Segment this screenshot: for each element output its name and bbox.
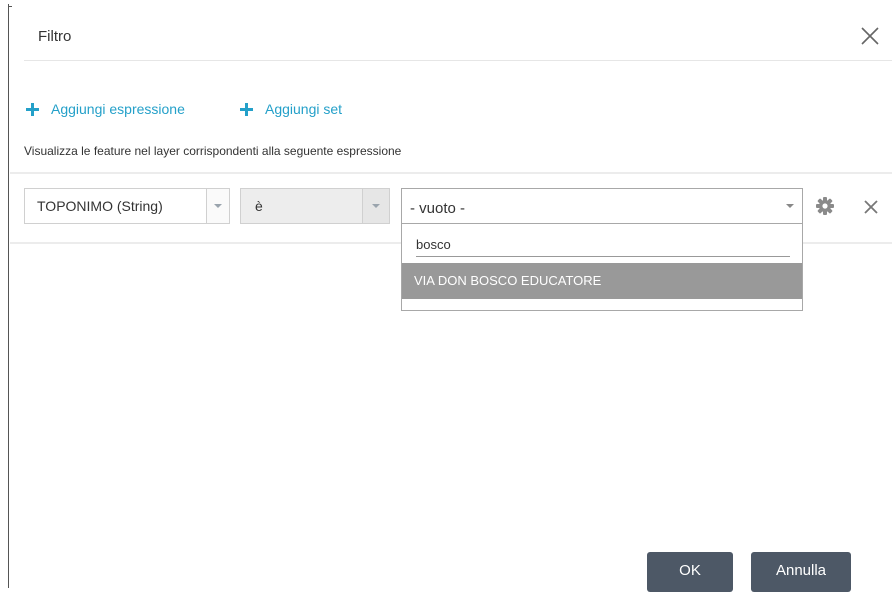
window-edge: [8, 4, 9, 588]
remove-expression-icon[interactable]: [863, 199, 879, 215]
dialog-title: Filtro: [38, 28, 72, 45]
add-expression-label: Aggiungi espressione: [51, 101, 185, 117]
add-set-link[interactable]: Aggiungi set: [240, 101, 342, 117]
field-select-value: TOPONIMO (String): [37, 198, 163, 214]
operator-select[interactable]: è: [240, 188, 390, 224]
header-divider: [24, 60, 892, 61]
chevron-down-icon: [786, 204, 794, 208]
ok-button[interactable]: OK: [647, 552, 733, 592]
dropdown-option[interactable]: VIA DON BOSCO EDUCATORE: [402, 263, 802, 299]
row-divider-top: [10, 172, 892, 174]
gear-icon[interactable]: [815, 196, 835, 216]
close-icon[interactable]: [858, 24, 882, 48]
field-select-arrow[interactable]: [206, 189, 229, 223]
operator-select-arrow[interactable]: [362, 189, 389, 223]
plus-icon: [240, 102, 253, 116]
value-dropdown: VIA DON BOSCO EDUCATORE: [401, 224, 803, 311]
window-edge-tick: [8, 6, 12, 7]
chevron-down-icon: [372, 204, 380, 208]
cancel-button[interactable]: Annulla: [751, 552, 851, 592]
operator-select-value: è: [255, 198, 263, 214]
add-set-label: Aggiungi set: [265, 101, 343, 117]
filter-description: Visualizza le feature nel layer corrispo…: [24, 144, 402, 158]
plus-icon: [26, 102, 39, 116]
value-select[interactable]: - vuoto -: [401, 188, 803, 224]
value-select-value: - vuoto -: [410, 200, 466, 217]
field-select[interactable]: TOPONIMO (String): [24, 188, 230, 224]
chevron-down-icon: [214, 204, 222, 208]
dropdown-search-input[interactable]: [416, 232, 790, 257]
add-expression-link[interactable]: Aggiungi espressione: [26, 101, 185, 117]
